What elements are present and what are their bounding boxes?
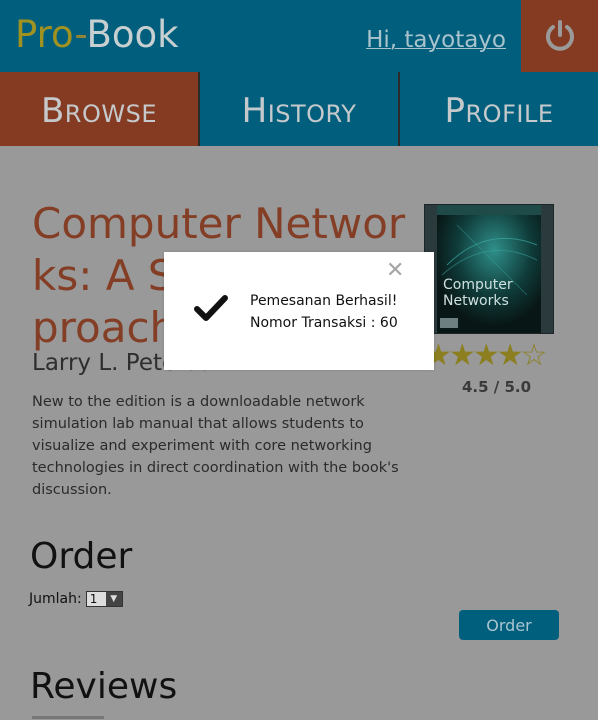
book-cover-image: Computer Networks xyxy=(424,204,554,334)
logo-book: Book xyxy=(86,13,179,56)
power-icon xyxy=(545,20,574,51)
quantity-select[interactable]: 1 ▼ xyxy=(85,591,123,607)
star-rating: ★★★★☆ xyxy=(425,338,548,373)
app-logo[interactable]: Pro-Book xyxy=(15,13,179,56)
quantity-label: Jumlah: xyxy=(29,591,82,607)
logo-pro: Pro xyxy=(15,13,75,56)
modal-message-transaction: Nomor Transaksi : 60 xyxy=(250,315,398,331)
tab-browse[interactable]: Browse xyxy=(0,72,200,146)
star-full-icon: ★ xyxy=(496,338,524,373)
reviews-divider xyxy=(32,716,104,719)
rating-text: 4.5 / 5.0 xyxy=(462,378,532,396)
modal-message: Pemesanan Berhasil! Nomor Transaksi : 60 xyxy=(250,290,398,334)
cover-title-line1: Computer xyxy=(443,277,513,293)
tab-profile[interactable]: Profile xyxy=(400,72,598,146)
user-greeting-link[interactable]: Hi, tayotayo xyxy=(366,27,506,53)
close-icon[interactable]: ✕ xyxy=(386,260,404,282)
star-full-icon: ★ xyxy=(448,338,476,373)
cover-title-line2: Networks xyxy=(443,293,509,309)
modal-message-title: Pemesanan Berhasil! xyxy=(250,293,398,309)
main-nav: Browse History Profile xyxy=(0,72,598,146)
order-button[interactable]: Order xyxy=(459,610,559,640)
reviews-heading: Reviews xyxy=(30,666,178,707)
tab-history[interactable]: History xyxy=(200,72,400,146)
book-description: New to the edition is a downloadable net… xyxy=(32,394,399,498)
quantity-value: 1 xyxy=(89,592,98,606)
success-modal: ✕ Pemesanan Berhasil! Nomor Transaksi : … xyxy=(164,252,434,370)
star-full-icon: ★ xyxy=(472,338,500,373)
top-bar: Pro-Book Hi, tayotayo xyxy=(0,0,598,72)
logo-dash: - xyxy=(74,13,87,56)
checkmark-icon xyxy=(194,294,228,326)
cover-art: Computer Networks xyxy=(437,205,541,333)
logout-button[interactable] xyxy=(521,0,598,72)
order-heading: Order xyxy=(30,536,133,577)
chevron-down-icon: ▼ xyxy=(105,592,122,606)
quantity-row: Jumlah: 1 ▼ xyxy=(29,591,123,607)
star-empty-icon: ☆ xyxy=(520,338,548,373)
